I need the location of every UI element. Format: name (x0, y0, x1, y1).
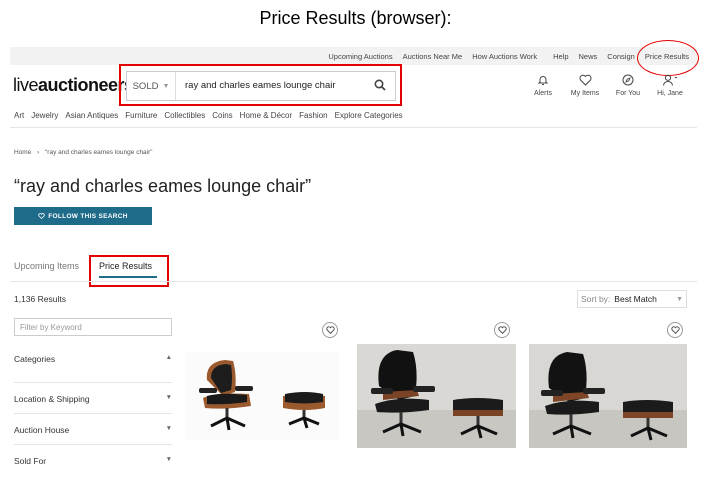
heart-icon (325, 326, 335, 334)
top-link-how-auctions-work[interactable]: How Auctions Work (472, 52, 537, 61)
breadcrumb-current: “ray and charles eames lounge chair” (45, 149, 153, 156)
category-furniture[interactable]: Furniture (125, 111, 157, 120)
category-coins[interactable]: Coins (212, 111, 232, 120)
for-you-label: For You (615, 90, 641, 97)
top-link-consign[interactable]: Consign (607, 52, 635, 61)
result-image[interactable] (185, 352, 339, 440)
chevron-up-icon: ▲ (165, 354, 172, 361)
compass-icon (622, 74, 634, 86)
sort-label: Sort by: (581, 294, 611, 304)
lounge-chair-photo (357, 350, 516, 448)
chevron-down-icon: ▼ (165, 425, 172, 432)
site-logo[interactable]: liveauctioneers (13, 75, 134, 96)
top-link-news[interactable]: News (579, 52, 598, 61)
facet-divider (14, 413, 172, 414)
logo-light-text: live (13, 75, 39, 95)
follow-search-button[interactable]: FOLLOW THIS SEARCH (14, 207, 152, 225)
top-link-upcoming-auctions[interactable]: Upcoming Auctions (328, 52, 392, 61)
facet-location-shipping[interactable]: Location & Shipping ▼ (14, 394, 172, 404)
result-image[interactable] (357, 344, 516, 448)
category-asian-antiques[interactable]: Asian Antiques (65, 111, 118, 120)
top-link-help[interactable]: Help (553, 52, 568, 61)
lounge-chair-photo (529, 352, 687, 448)
facet-divider (14, 444, 172, 445)
favorite-button[interactable] (494, 322, 510, 338)
result-image[interactable] (529, 344, 687, 448)
facet-label: Location & Shipping (14, 394, 90, 404)
divider (10, 127, 697, 128)
annotation-box-search (119, 64, 402, 106)
tabs-divider (10, 281, 697, 282)
chevron-down-icon: ▼ (676, 295, 683, 303)
heart-icon (578, 74, 592, 86)
category-jewelry[interactable]: Jewelry (31, 111, 58, 120)
category-explore[interactable]: Explore Categories (335, 111, 403, 120)
my-items-button[interactable]: My Items (563, 74, 607, 97)
sort-select[interactable]: Sort by: Best Match ▼ (577, 290, 687, 308)
alerts-label: Alerts (534, 90, 552, 97)
for-you-button[interactable]: For You (606, 74, 650, 97)
sort-value: Best Match (614, 294, 657, 304)
category-fashion[interactable]: Fashion (299, 111, 327, 120)
lounge-chair-photo (199, 360, 325, 431)
annotation-box-tab (89, 255, 169, 287)
facet-divider (14, 382, 172, 383)
bell-icon (537, 76, 549, 85)
caption: Price Results (browser): (259, 8, 452, 28)
results-count: 1,136 Results (14, 294, 66, 304)
category-collectibles[interactable]: Collectibles (164, 111, 205, 120)
tab-upcoming-items[interactable]: Upcoming Items (14, 261, 79, 271)
facet-auction-house[interactable]: Auction House ▼ (14, 425, 172, 435)
follow-search-label: FOLLOW THIS SEARCH (48, 212, 128, 220)
category-home-decor[interactable]: Home & Décor (240, 111, 292, 120)
chevron-down-icon: ▼ (165, 394, 172, 401)
page-title: “ray and charles eames lounge chair” (14, 176, 312, 196)
breadcrumb-home[interactable]: Home (14, 149, 31, 156)
favorite-button[interactable] (667, 322, 683, 338)
facet-label: Categories (14, 354, 56, 364)
user-menu-button[interactable]: Hi, Jane (648, 74, 692, 97)
annotation-circle (637, 40, 699, 76)
category-art[interactable]: Art (14, 111, 24, 120)
breadcrumb: Home › “ray and charles eames lounge cha… (14, 149, 152, 156)
category-nav: Art Jewelry Asian Antiques Furniture Col… (14, 111, 403, 120)
breadcrumb-separator: › (37, 149, 40, 156)
user-greeting: Hi, Jane (657, 90, 683, 97)
heart-icon (38, 213, 45, 219)
my-items-label: My Items (570, 90, 600, 97)
user-icon (663, 74, 678, 86)
top-nav-links: Upcoming Auctions Auctions Near Me How A… (328, 52, 689, 61)
facet-label: Auction House (14, 425, 70, 435)
chevron-down-icon: ▼ (165, 456, 172, 463)
heart-icon (497, 326, 507, 334)
favorite-button[interactable] (322, 322, 338, 338)
alerts-button[interactable]: Alerts (521, 74, 565, 97)
heart-icon (670, 326, 680, 334)
top-link-auctions-near-me[interactable]: Auctions Near Me (403, 52, 463, 61)
facet-categories[interactable]: Categories ▲ (14, 354, 172, 364)
facet-sold-for[interactable]: Sold For ▼ (14, 456, 172, 466)
keyword-filter-input[interactable]: Filter by Keyword (14, 318, 172, 336)
facet-label: Sold For (14, 456, 47, 466)
